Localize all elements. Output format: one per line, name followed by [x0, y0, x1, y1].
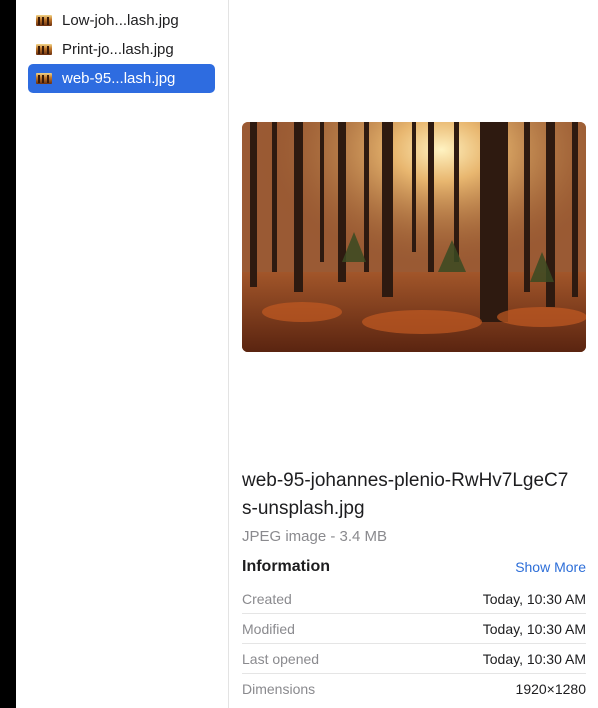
info-row-created: Created Today, 10:30 AM [242, 584, 586, 614]
file-item-web-selected[interactable]: web-95...lash.jpg [28, 64, 215, 93]
file-label: web-95...lash.jpg [62, 70, 176, 87]
window-edge [0, 0, 16, 708]
info-row-last-opened: Last opened Today, 10:30 AM [242, 644, 586, 674]
file-name-title: web-95-johannes-plenio-RwHv7LgeC7s-unspl… [242, 470, 569, 519]
file-list: Low-joh...lash.jpg Print-jo...lash.jpg w… [16, 0, 228, 93]
info-value: Today, 10:30 AM [482, 620, 586, 637]
info-value: 1920×1280 [515, 680, 586, 697]
information-title: Information [242, 558, 330, 575]
image-file-icon [36, 44, 52, 55]
info-key: Dimensions [242, 680, 316, 697]
show-more-link[interactable]: Show More [515, 559, 586, 575]
info-row-dimensions: Dimensions 1920×1280 [242, 674, 586, 703]
file-item-print[interactable]: Print-jo...lash.jpg [28, 35, 215, 64]
file-label: Print-jo...lash.jpg [62, 41, 174, 58]
file-label: Low-joh...lash.jpg [62, 12, 179, 29]
info-key: Modified [242, 620, 295, 637]
image-preview [242, 122, 586, 352]
info-value: Today, 10:30 AM [482, 590, 586, 607]
image-file-icon [36, 15, 52, 26]
information-rows: Created Today, 10:30 AM Modified Today, … [242, 584, 586, 703]
info-row-modified: Modified Today, 10:30 AM [242, 614, 586, 644]
preview-pane: web-95-johannes-plenio-RwHv7LgeC7s-unspl… [229, 0, 598, 708]
file-kind-size: JPEG image - 3.4 MB [242, 528, 388, 545]
info-key: Created [242, 590, 292, 607]
file-item-low-res[interactable]: Low-joh...lash.jpg [28, 6, 215, 35]
information-header: Information Show More [242, 558, 586, 576]
file-column: Low-joh...lash.jpg Print-jo...lash.jpg w… [16, 0, 229, 708]
info-value: Today, 10:30 AM [482, 650, 586, 667]
finder-window: Low-joh...lash.jpg Print-jo...lash.jpg w… [0, 0, 598, 708]
info-key: Last opened [242, 650, 320, 667]
image-file-icon [36, 73, 52, 84]
